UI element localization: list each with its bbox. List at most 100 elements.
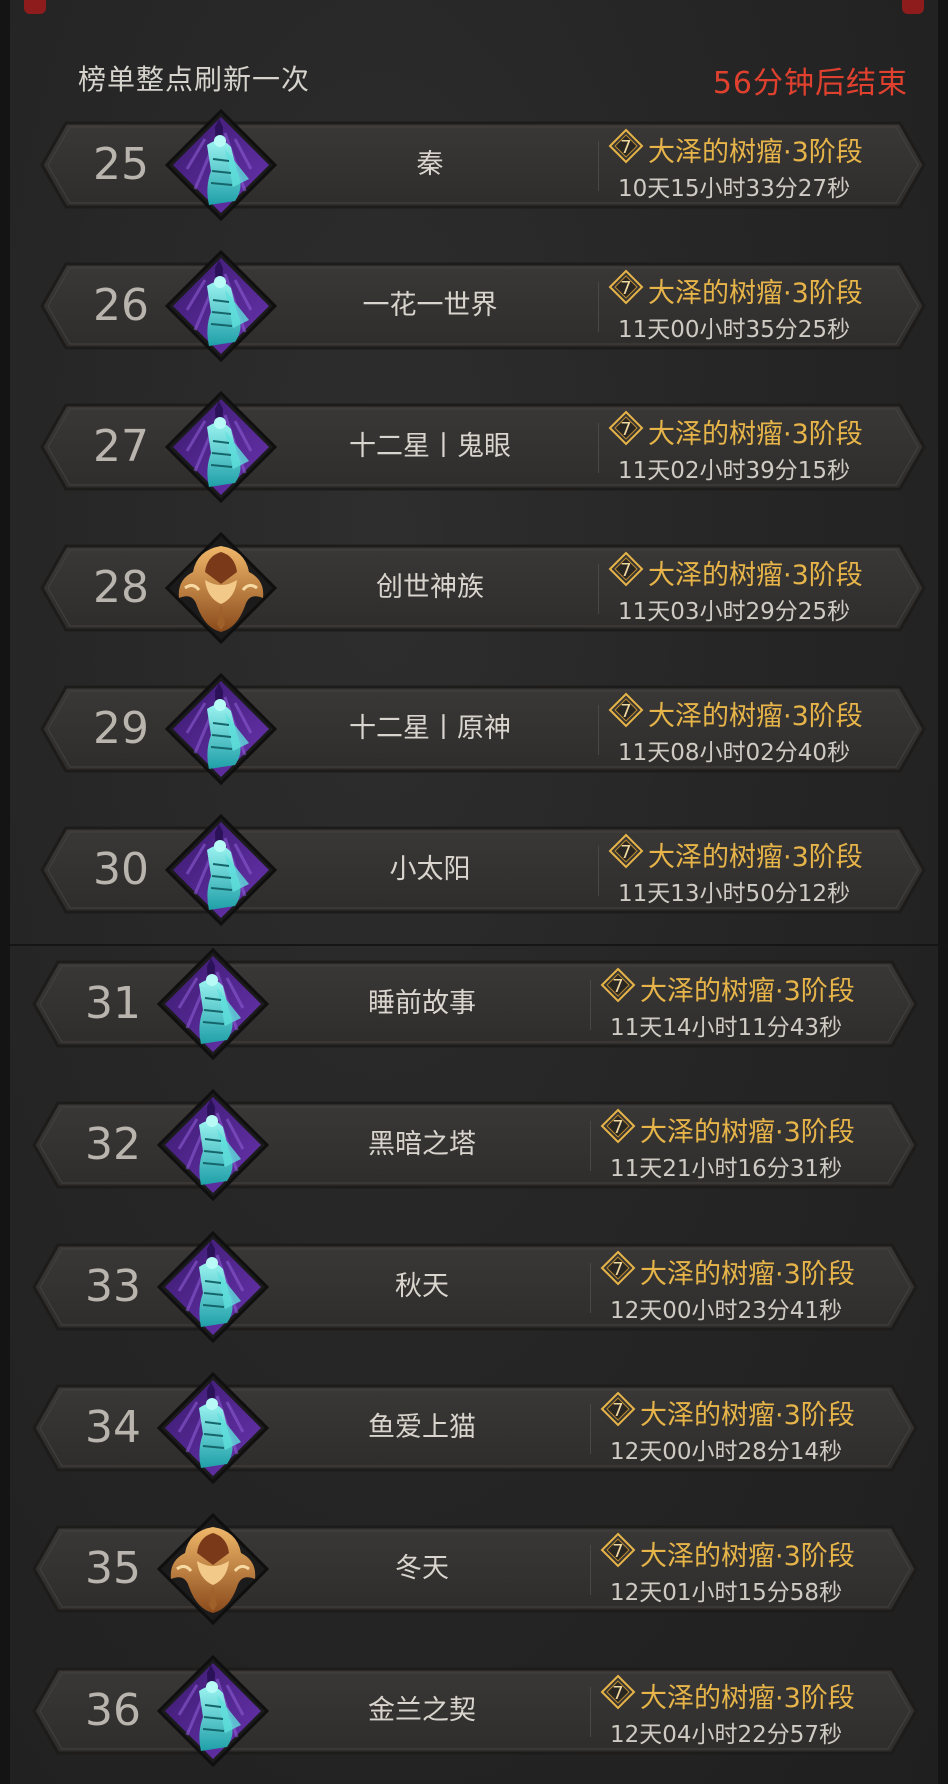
rank-number: 36 (85, 1685, 141, 1736)
screenshot-seam (10, 944, 948, 946)
clear-time: 12天04小时22分57秒 (610, 1722, 843, 1748)
leaderboard-row[interactable]: 29 十二星丨原神 7 大泽的树瘤·3阶段 11天08小时02分40秒 (40, 672, 926, 786)
stage-label: 大泽的树瘤·3阶段 (648, 700, 863, 732)
leaderboard-row[interactable]: 26 一花一世界 7 大泽的树瘤·3阶段 11天00小时35分25秒 (40, 249, 926, 363)
purple-cyan-mage-icon (164, 249, 278, 363)
stage-label: 大泽的树瘤·3阶段 (648, 418, 863, 450)
leaderboard-row[interactable]: 35 冬天 7 大泽的树瘤·3阶段 12天01小时15分58秒 (32, 1512, 918, 1626)
stage-level-icon: 7 (598, 1250, 640, 1293)
guild-name: 十二星丨鬼眼 (349, 431, 511, 462)
row-divider (598, 282, 599, 332)
stage-info: 7 大泽的树瘤·3阶段 (598, 1532, 855, 1572)
rank-number: 33 (85, 1261, 141, 1312)
stage-label: 大泽的树瘤·3阶段 (648, 841, 863, 873)
clear-time: 11天08小时02分40秒 (618, 740, 851, 766)
purple-cyan-mage-icon (164, 813, 278, 927)
row-divider (598, 141, 599, 191)
stage-label: 大泽的树瘤·3阶段 (648, 277, 863, 309)
row-divider (590, 1404, 591, 1454)
leaderboard-row[interactable]: 25 秦 7 大泽的树瘤·3阶段 10天15小时33分27秒 (40, 108, 926, 222)
row-divider (598, 423, 599, 473)
row-divider (590, 1121, 591, 1171)
stage-label: 大泽的树瘤·3阶段 (640, 1116, 855, 1148)
stage-level-icon: 7 (598, 1532, 640, 1575)
guild-name: 金兰之契 (368, 1695, 476, 1726)
purple-cyan-mage-icon (164, 672, 278, 786)
row-divider (590, 980, 591, 1030)
stage-level-icon: 7 (598, 1674, 640, 1717)
stage-level-icon: 7 (598, 1108, 640, 1151)
leaderboard-panel: 榜单整点刷新一次 56分钟后结束 25 秦 7 大泽的树瘤·3阶段 10天15小… (0, 0, 948, 1784)
refresh-note: 榜单整点刷新一次 (78, 63, 311, 96)
leaderboard-row[interactable]: 30 小太阳 7 大泽的树瘤·3阶段 11天13小时50分12秒 (40, 813, 926, 927)
clear-time: 12天01小时15分58秒 (610, 1580, 843, 1606)
clear-time: 11天02小时39分15秒 (618, 458, 851, 484)
leaderboard-row[interactable]: 31 睡前故事 7 大泽的树瘤·3阶段 11天14小时11分43秒 (32, 947, 918, 1061)
stage-info: 7 大泽的树瘤·3阶段 (606, 833, 863, 873)
row-divider (598, 705, 599, 755)
leaderboard-row[interactable]: 34 鱼爱上猫 7 大泽的树瘤·3阶段 12天00小时28分14秒 (32, 1371, 918, 1485)
stage-info: 7 大泽的树瘤·3阶段 (606, 551, 863, 591)
stage-level-icon: 7 (598, 1391, 640, 1434)
stage-level-icon: 7 (606, 833, 648, 876)
stage-label: 大泽的树瘤·3阶段 (640, 975, 855, 1007)
stage-level-icon: 7 (606, 269, 648, 312)
guild-name: 冬天 (395, 1553, 449, 1584)
svg-text:7: 7 (620, 842, 631, 863)
purple-cyan-mage-icon (156, 1088, 270, 1202)
leaderboard-row[interactable]: 27 十二星丨鬼眼 7 大泽的树瘤·3阶段 11天02小时39分15秒 (40, 390, 926, 504)
stage-info: 7 大泽的树瘤·3阶段 (606, 128, 863, 168)
bronze-crest-icon (156, 1512, 270, 1626)
clear-time: 12天00小时28分14秒 (610, 1439, 843, 1465)
stage-label: 大泽的树瘤·3阶段 (648, 136, 863, 168)
svg-text:7: 7 (620, 560, 631, 581)
purple-cyan-mage-icon (156, 1230, 270, 1344)
clear-time: 11天03小时29分25秒 (618, 599, 851, 625)
stage-label: 大泽的树瘤·3阶段 (640, 1399, 855, 1431)
stage-label: 大泽的树瘤·3阶段 (640, 1258, 855, 1290)
guild-name: 十二星丨原神 (349, 713, 511, 744)
svg-text:7: 7 (620, 137, 631, 158)
svg-text:7: 7 (620, 419, 631, 440)
guild-name: 秋天 (395, 1271, 449, 1302)
purple-cyan-mage-icon (156, 1371, 270, 1485)
leaderboard-row[interactable]: 33 秋天 7 大泽的树瘤·3阶段 12天00小时23分41秒 (32, 1230, 918, 1344)
stage-level-icon: 7 (606, 128, 648, 171)
svg-text:7: 7 (612, 1117, 623, 1138)
rank-number: 27 (93, 421, 149, 472)
stage-level-icon: 7 (606, 692, 648, 735)
stage-info: 7 大泽的树瘤·3阶段 (606, 692, 863, 732)
leaderboard-row[interactable]: 36 金兰之契 7 大泽的树瘤·3阶段 12天04小时22分57秒 (32, 1654, 918, 1768)
stage-label: 大泽的树瘤·3阶段 (648, 559, 863, 591)
row-divider (598, 846, 599, 896)
leaderboard-row[interactable]: 28 创世神族 7 大泽的树瘤·3阶段 11天03小时29分25秒 (40, 531, 926, 645)
rank-number: 31 (85, 978, 141, 1029)
rank-number: 32 (85, 1119, 141, 1170)
rank-number: 25 (93, 139, 149, 190)
row-divider (590, 1545, 591, 1595)
svg-text:7: 7 (612, 1259, 623, 1280)
stage-label: 大泽的树瘤·3阶段 (640, 1682, 855, 1714)
svg-text:7: 7 (612, 1683, 623, 1704)
stage-level-icon: 7 (598, 967, 640, 1010)
bronze-crest-icon (164, 531, 278, 645)
stage-info: 7 大泽的树瘤·3阶段 (606, 410, 863, 450)
rank-number: 30 (93, 844, 149, 895)
purple-cyan-mage-icon (156, 947, 270, 1061)
guild-name: 一花一世界 (362, 290, 498, 321)
guild-name: 睡前故事 (368, 988, 476, 1019)
stage-info: 7 大泽的树瘤·3阶段 (598, 1674, 855, 1714)
row-divider (590, 1263, 591, 1313)
stage-info: 7 大泽的树瘤·3阶段 (598, 1391, 855, 1431)
clear-time: 11天14小时11分43秒 (610, 1015, 843, 1041)
svg-text:7: 7 (620, 701, 631, 722)
leaderboard-row[interactable]: 32 黑暗之塔 7 大泽的树瘤·3阶段 11天21小时16分31秒 (32, 1088, 918, 1202)
rank-number: 35 (85, 1543, 141, 1594)
guild-name: 黑暗之塔 (368, 1129, 476, 1160)
rank-number: 28 (93, 562, 149, 613)
svg-text:7: 7 (612, 1400, 623, 1421)
stage-level-icon: 7 (606, 551, 648, 594)
svg-text:7: 7 (612, 976, 623, 997)
row-divider (598, 564, 599, 614)
corner-ornament (902, 0, 924, 14)
